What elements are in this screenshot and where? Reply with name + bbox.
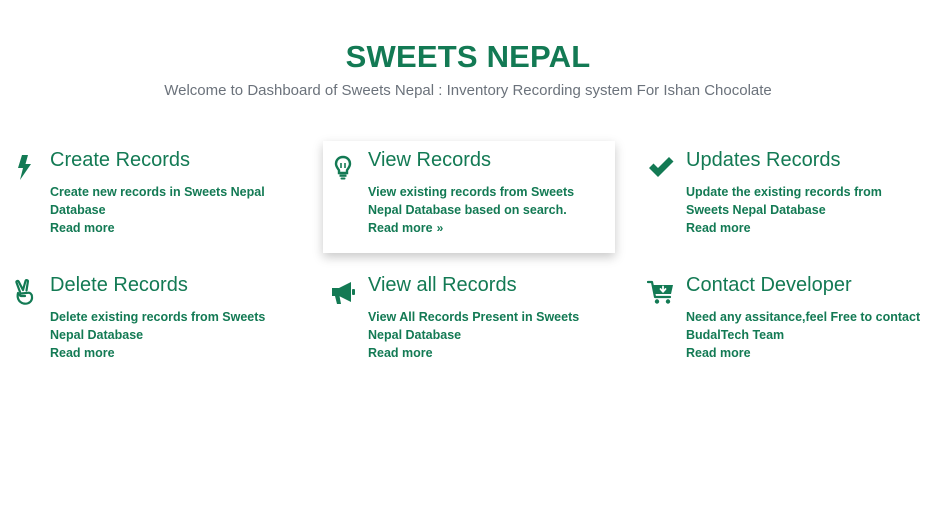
page-title: SWEETS NEPAL <box>345 39 591 74</box>
read-more-link[interactable]: Read more <box>50 344 115 362</box>
read-more-link[interactable]: Read more <box>368 344 433 362</box>
card-title: Updates Records <box>686 149 841 171</box>
card-title: View all Records <box>368 274 517 296</box>
read-more-link[interactable]: Read more» <box>368 219 443 237</box>
card-contact-developer: Contact Developer Need any assitance,fee… <box>641 266 933 378</box>
bolt-icon <box>11 153 39 181</box>
card-update-records: Updates Records Update the existing reco… <box>641 141 933 253</box>
megaphone-icon <box>329 278 357 306</box>
read-more-link[interactable]: Read more <box>686 344 751 362</box>
card-delete-records: Delete Records Delete existing records f… <box>5 266 297 378</box>
page-subtitle: Welcome to Dashboard of Sweets Nepal : I… <box>164 82 772 99</box>
card-description: Create new records in Sweets Nepal Datab… <box>50 185 265 217</box>
lightbulb-icon <box>329 153 357 181</box>
card-description: Delete existing records from Sweets Nepa… <box>50 310 266 342</box>
card-view-all-records: View all Records View All Records Presen… <box>323 266 615 378</box>
card-description: Update the existing records from Sweets … <box>686 185 882 217</box>
read-more-link[interactable]: Read more <box>686 219 751 237</box>
card-view-records: View Records View existing records from … <box>323 141 615 253</box>
card-create-records: Create Records Create new records in Swe… <box>5 141 297 253</box>
card-title: Contact Developer <box>686 274 852 296</box>
read-more-label: Read more <box>368 221 433 235</box>
read-more-link[interactable]: Read more <box>50 219 115 237</box>
card-description: View existing records from Sweets Nepal … <box>368 185 575 217</box>
cart-download-icon <box>647 278 675 306</box>
card-title: Delete Records <box>50 274 188 296</box>
double-chevron-right-icon: » <box>436 221 444 235</box>
card-title: Create Records <box>50 149 191 171</box>
peace-hand-icon <box>11 278 39 306</box>
card-description: View All Records Present in Sweets Nepal… <box>368 310 580 342</box>
card-description: Need any assitance,feel Free to contact … <box>686 310 921 342</box>
check-icon <box>647 153 675 181</box>
card-title: View Records <box>368 149 492 171</box>
